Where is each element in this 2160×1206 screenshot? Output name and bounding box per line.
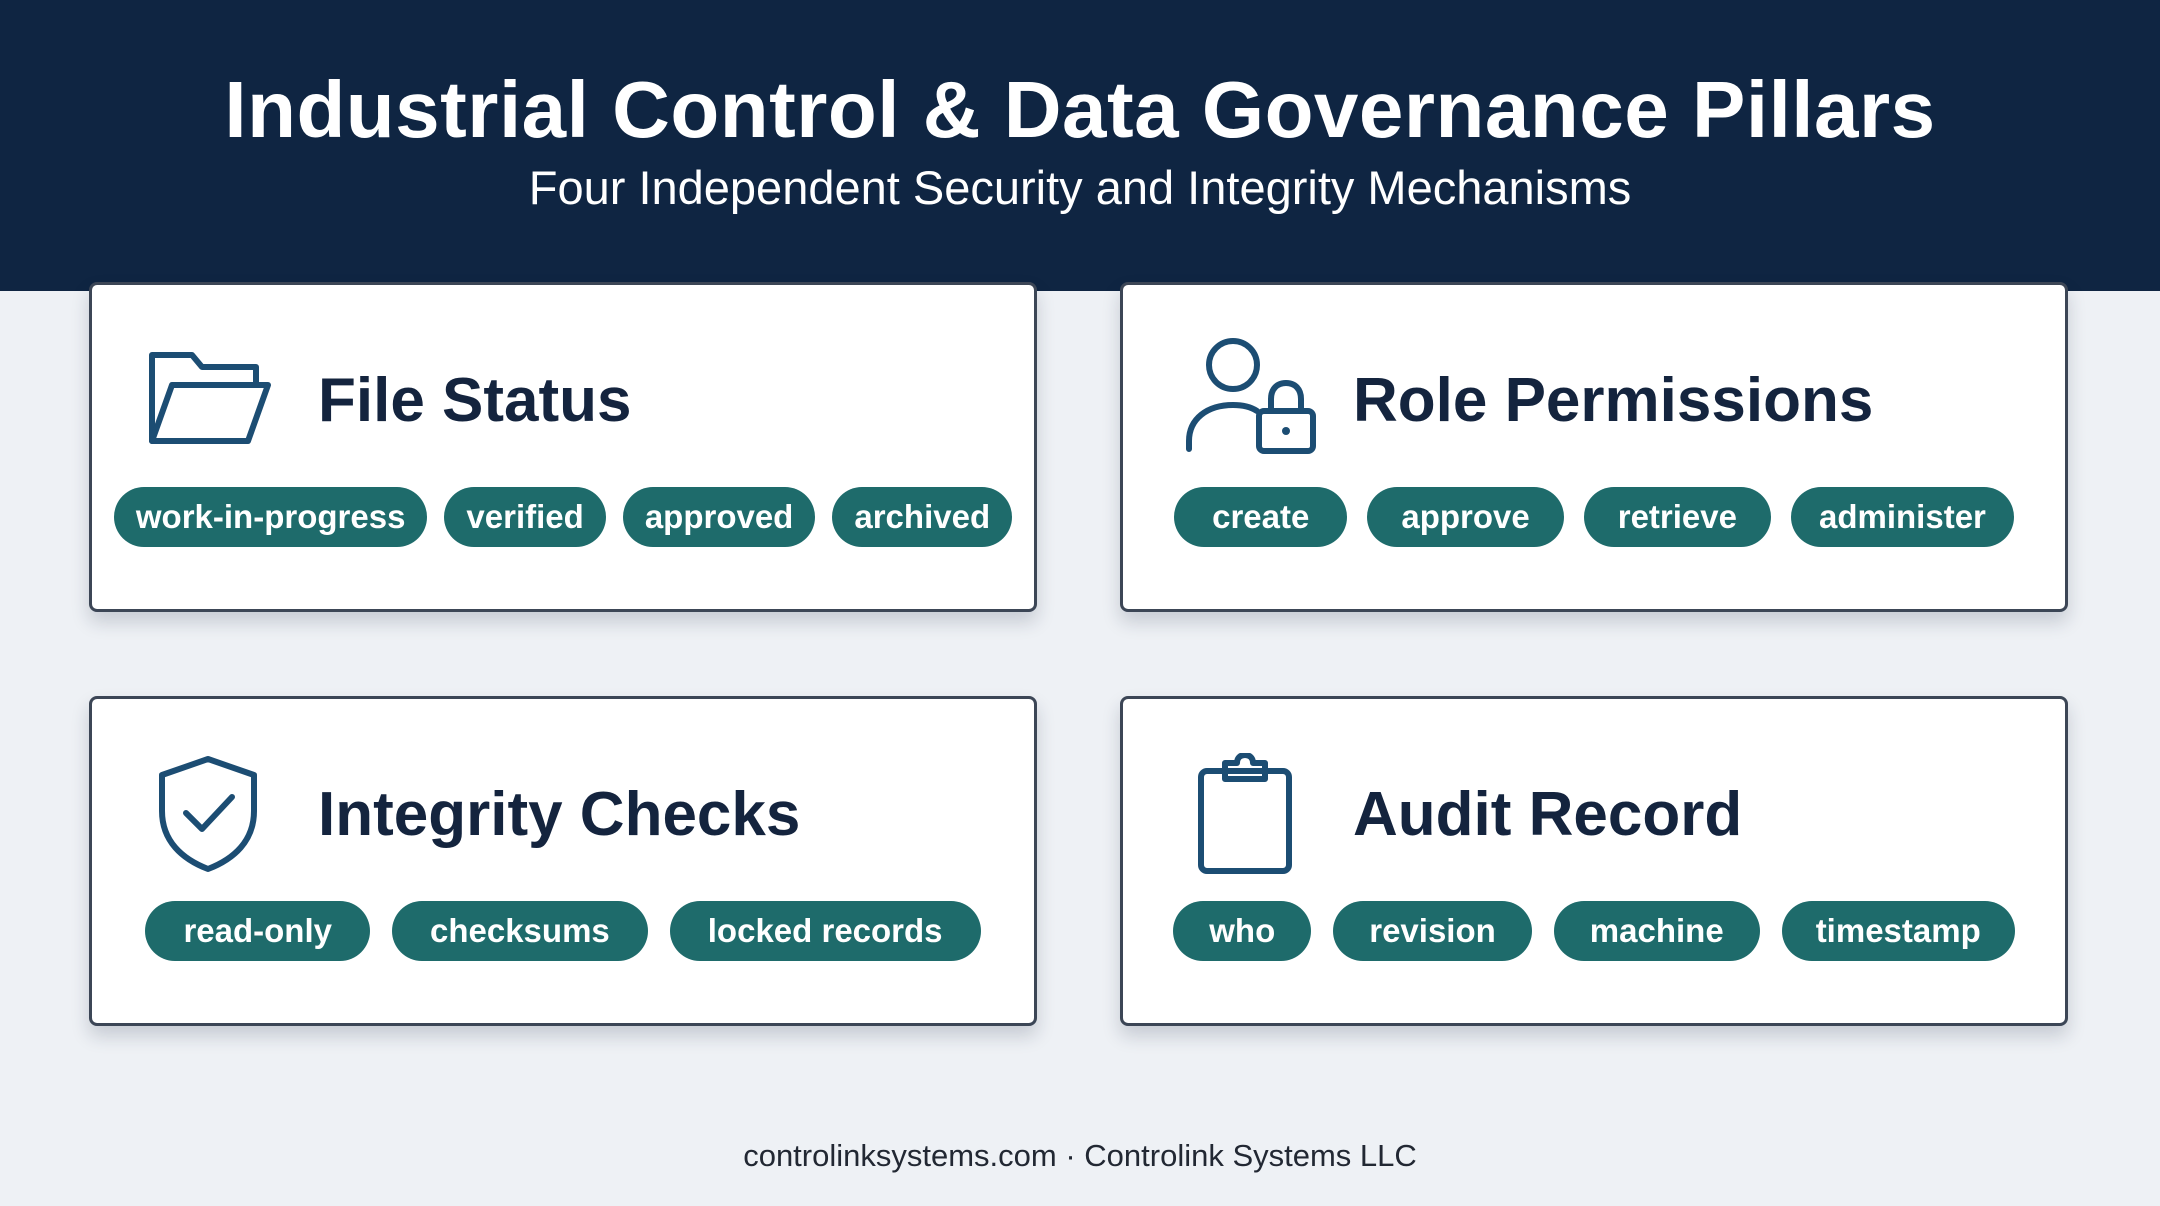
tag-row: create approve retrieve administer [1123, 487, 2065, 549]
card-integrity-checks: Integrity Checks read-only checksums loc… [89, 696, 1037, 1026]
tag-pill: checksums [391, 901, 648, 961]
tag-row: work-in-progress verified approved archi… [92, 487, 1034, 549]
folder-icon [144, 341, 274, 451]
tag-pill: archived [832, 487, 1013, 547]
tag-pill: retrieve [1583, 487, 1771, 547]
tag-pill: approve [1367, 487, 1564, 547]
tag-pill: verified [444, 487, 606, 547]
user-lock-icon [1183, 337, 1323, 455]
tag-pill: work-in-progress [113, 487, 428, 547]
tag-row: read-only checksums locked records [92, 901, 1034, 963]
tag-row: who revision machine timestamp [1123, 901, 2065, 963]
tag-pill: approved [622, 487, 816, 547]
footer-text: controlinksystems.com · Controlink Syste… [743, 1138, 1417, 1173]
tag-pill: who [1173, 901, 1312, 961]
tag-pill: locked records [669, 901, 981, 961]
card-audit-record: Audit Record who revision machine timest… [1120, 696, 2068, 1026]
tag-pill: timestamp [1781, 901, 2015, 961]
tag-pill: machine [1553, 901, 1760, 961]
card-title: Role Permissions [1353, 366, 1874, 435]
card-file-status: File Status work-in-progress verified ap… [89, 282, 1037, 612]
tag-pill: create [1174, 487, 1348, 547]
page-subtitle: Four Independent Security and Integrity … [528, 161, 1632, 214]
card-title: Audit Record [1353, 780, 1743, 849]
clipboard-icon [1195, 753, 1295, 877]
card-title: File Status [318, 366, 632, 435]
tag-pill: revision [1333, 901, 1532, 961]
tag-pill: administer [1791, 487, 2014, 547]
tag-pill: read-only [145, 901, 370, 961]
card-title: Integrity Checks [318, 780, 801, 849]
page-title: Industrial Control & Data Governance Pil… [224, 65, 1936, 154]
card-role-permissions: Role Permissions create approve retrieve… [1120, 282, 2068, 612]
shield-check-icon [154, 753, 262, 875]
